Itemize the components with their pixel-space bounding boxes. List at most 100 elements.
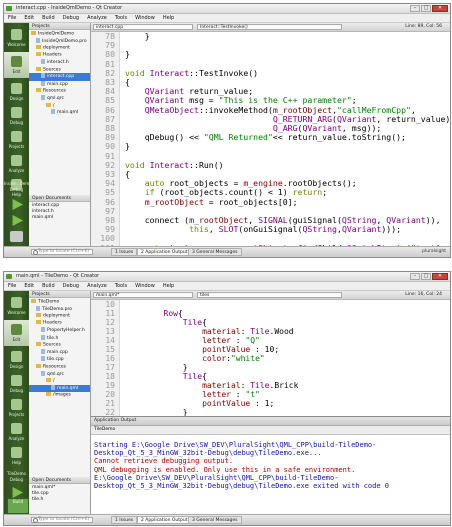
- tab-application-output[interactable]: 2 Application Output: [137, 516, 192, 524]
- mode-analyze[interactable]: Analyze: [4, 419, 29, 445]
- file-combo[interactable]: interact.cpp: [93, 24, 193, 30]
- projects-pane-header[interactable]: Projects: [29, 23, 90, 30]
- output-run-tab[interactable]: TileDemo: [91, 426, 450, 435]
- menu-file[interactable]: File: [4, 282, 20, 290]
- menu-analyze[interactable]: Analyze: [83, 282, 111, 290]
- maximize-button[interactable]: □: [421, 273, 431, 280]
- code-line[interactable]: 12 Tile{: [91, 318, 450, 327]
- code-line[interactable]: 99 this, SLOT(onGuiSignal(QString,QVaria…: [91, 225, 450, 234]
- tree-item[interactable]: main.qml: [29, 109, 90, 116]
- mode-welcome[interactable]: Welcome: [4, 25, 29, 51]
- locator-input[interactable]: Type to locate (Ctrl+K): [31, 517, 93, 523]
- code-line[interactable]: 14 letter : "Q": [91, 336, 450, 345]
- tree-item[interactable]: Headers: [29, 320, 90, 327]
- tree-item[interactable]: Sources: [29, 66, 90, 74]
- run-icon[interactable]: [12, 487, 23, 498]
- menu-analyze[interactable]: Analyze: [83, 14, 111, 22]
- code-line[interactable]: 80}: [91, 50, 450, 59]
- tree-item[interactable]: main.cpp: [29, 80, 90, 88]
- menu-tools[interactable]: Tools: [111, 14, 131, 22]
- tree-item[interactable]: interact.cpp: [29, 73, 90, 81]
- menu-window[interactable]: Window: [131, 282, 159, 290]
- minimize-button[interactable]: –: [410, 273, 420, 280]
- build-hammer-icon[interactable]: [10, 231, 23, 242]
- symbol-combo[interactable]: Interact::TestInvoke(): [197, 24, 342, 30]
- code-line[interactable]: 15 pointValue : 10;: [91, 345, 450, 354]
- menu-tools[interactable]: Tools: [111, 282, 131, 290]
- code-line[interactable]: 13 material: Tile.Wood: [91, 327, 450, 336]
- code-text[interactable]: 10 11 Row{12 Tile{13 material: Tile.Wood 1…: [91, 300, 450, 417]
- close-button[interactable]: ✕: [432, 5, 448, 12]
- menu-build[interactable]: Build: [38, 282, 59, 290]
- file-combo[interactable]: main.qml*: [93, 292, 193, 298]
- maximize-button[interactable]: □: [421, 5, 431, 12]
- code-text[interactable]: 78 } 79 80} 81 82 void Interact::TestInvoke()…: [91, 32, 450, 247]
- tree-item[interactable]: tile.h: [29, 334, 90, 342]
- close-button[interactable]: ✕: [432, 273, 448, 280]
- minimize-button[interactable]: –: [410, 5, 420, 12]
- mode-edit[interactable]: Edit: [4, 320, 29, 346]
- code-line[interactable]: 92 void Interact::Run(): [91, 160, 450, 170]
- tree-item[interactable]: Resources: [29, 363, 90, 371]
- output-log[interactable]: Starting E:\Google Drive\SW_DEV\PluralSi…: [94, 441, 450, 490]
- tree-item[interactable]: /: [29, 377, 90, 385]
- code-line[interactable]: 16 color:"white": [91, 354, 450, 363]
- code-line[interactable]: 90}: [91, 142, 450, 151]
- tree-item[interactable]: qml.qrc: [29, 370, 90, 378]
- tree-item[interactable]: Headers: [29, 52, 90, 59]
- tree-item[interactable]: deployment: [29, 313, 90, 320]
- menu-edit[interactable]: Edit: [20, 282, 38, 290]
- tree-item[interactable]: deployment: [29, 45, 90, 52]
- debug-run-icon[interactable]: [12, 215, 23, 226]
- code-line[interactable]: 20 letter : "t": [91, 390, 450, 399]
- code-line[interactable]: 89 qDebug() << "QML Returned"<< return_v…: [91, 133, 450, 142]
- tree-item[interactable]: /: [29, 102, 90, 110]
- tree-item[interactable]: interact.h: [29, 59, 90, 66]
- menu-help[interactable]: Help: [159, 282, 178, 290]
- symbol-combo[interactable]: tiles: [197, 292, 342, 298]
- open-documents-header[interactable]: Open Documents: [29, 195, 90, 202]
- kit-selector-label[interactable]: TileDemo: [4, 471, 29, 476]
- tree-item[interactable]: tile.cpp: [29, 356, 90, 363]
- code-line[interactable]: 78 }: [91, 32, 450, 41]
- code-line[interactable]: 17 }: [91, 363, 450, 372]
- mode-help[interactable]: Help: [4, 443, 29, 469]
- kit-selector-label[interactable]: Inside...Demo: [4, 181, 32, 186]
- tree-item[interactable]: InsideQmlDemo: [29, 31, 90, 38]
- tree-item[interactable]: main.cpp: [29, 348, 90, 356]
- projects-pane-header[interactable]: Projects: [29, 291, 90, 298]
- menu-window[interactable]: Window: [131, 14, 159, 22]
- menu-build[interactable]: Build: [38, 14, 59, 22]
- menu-debug[interactable]: Debug: [59, 14, 83, 22]
- mode-edit[interactable]: Edit: [4, 52, 29, 78]
- tree-item[interactable]: PropertyHelper.h: [29, 327, 90, 334]
- tree-item[interactable]: Resources: [29, 88, 90, 95]
- tree-item[interactable]: /images: [29, 392, 90, 399]
- mode-debug[interactable]: Debug: [4, 103, 29, 129]
- code-line[interactable]: 11 Row{: [91, 309, 450, 318]
- menu-help[interactable]: Help: [159, 14, 178, 22]
- mode-welcome[interactable]: Welcome: [4, 293, 29, 319]
- mode-debug[interactable]: Debug: [4, 371, 29, 397]
- menu-file[interactable]: File: [4, 14, 20, 22]
- mode-projects[interactable]: Projects: [4, 395, 29, 421]
- mode-analyze[interactable]: Analyze: [4, 151, 29, 177]
- mode-design[interactable]: Design: [4, 347, 29, 373]
- code-line[interactable]: 19 material: Tile.Brick: [91, 381, 450, 390]
- code-line[interactable]: 10: [91, 300, 450, 309]
- tree-item[interactable]: Sources: [29, 341, 90, 349]
- code-line[interactable]: 21 pointValue : 1;: [91, 399, 450, 408]
- tree-item[interactable]: TileDemo.pro: [29, 305, 90, 313]
- tree-item[interactable]: qml.qrc: [29, 95, 90, 102]
- open-doc-item[interactable]: main.qml: [29, 215, 90, 221]
- menu-edit[interactable]: Edit: [20, 14, 38, 22]
- code-line[interactable]: 96 m_rootObject = root_objects[0];: [91, 197, 450, 207]
- open-documents-header[interactable]: Open Documents: [29, 477, 90, 484]
- tree-item[interactable]: InsideQmlDemo.pro: [29, 37, 90, 45]
- mode-design[interactable]: Design: [4, 79, 29, 105]
- tab-issues[interactable]: 1 Issues: [111, 248, 138, 256]
- code-line[interactable]: 18 Tile{: [91, 372, 450, 381]
- tree-item[interactable]: TileDemo: [29, 299, 90, 306]
- code-editor[interactable]: main.qml* tiles Line: 16, Col: 24 10 11 R…: [91, 291, 450, 417]
- tab-issues[interactable]: 1 Issues: [111, 516, 138, 524]
